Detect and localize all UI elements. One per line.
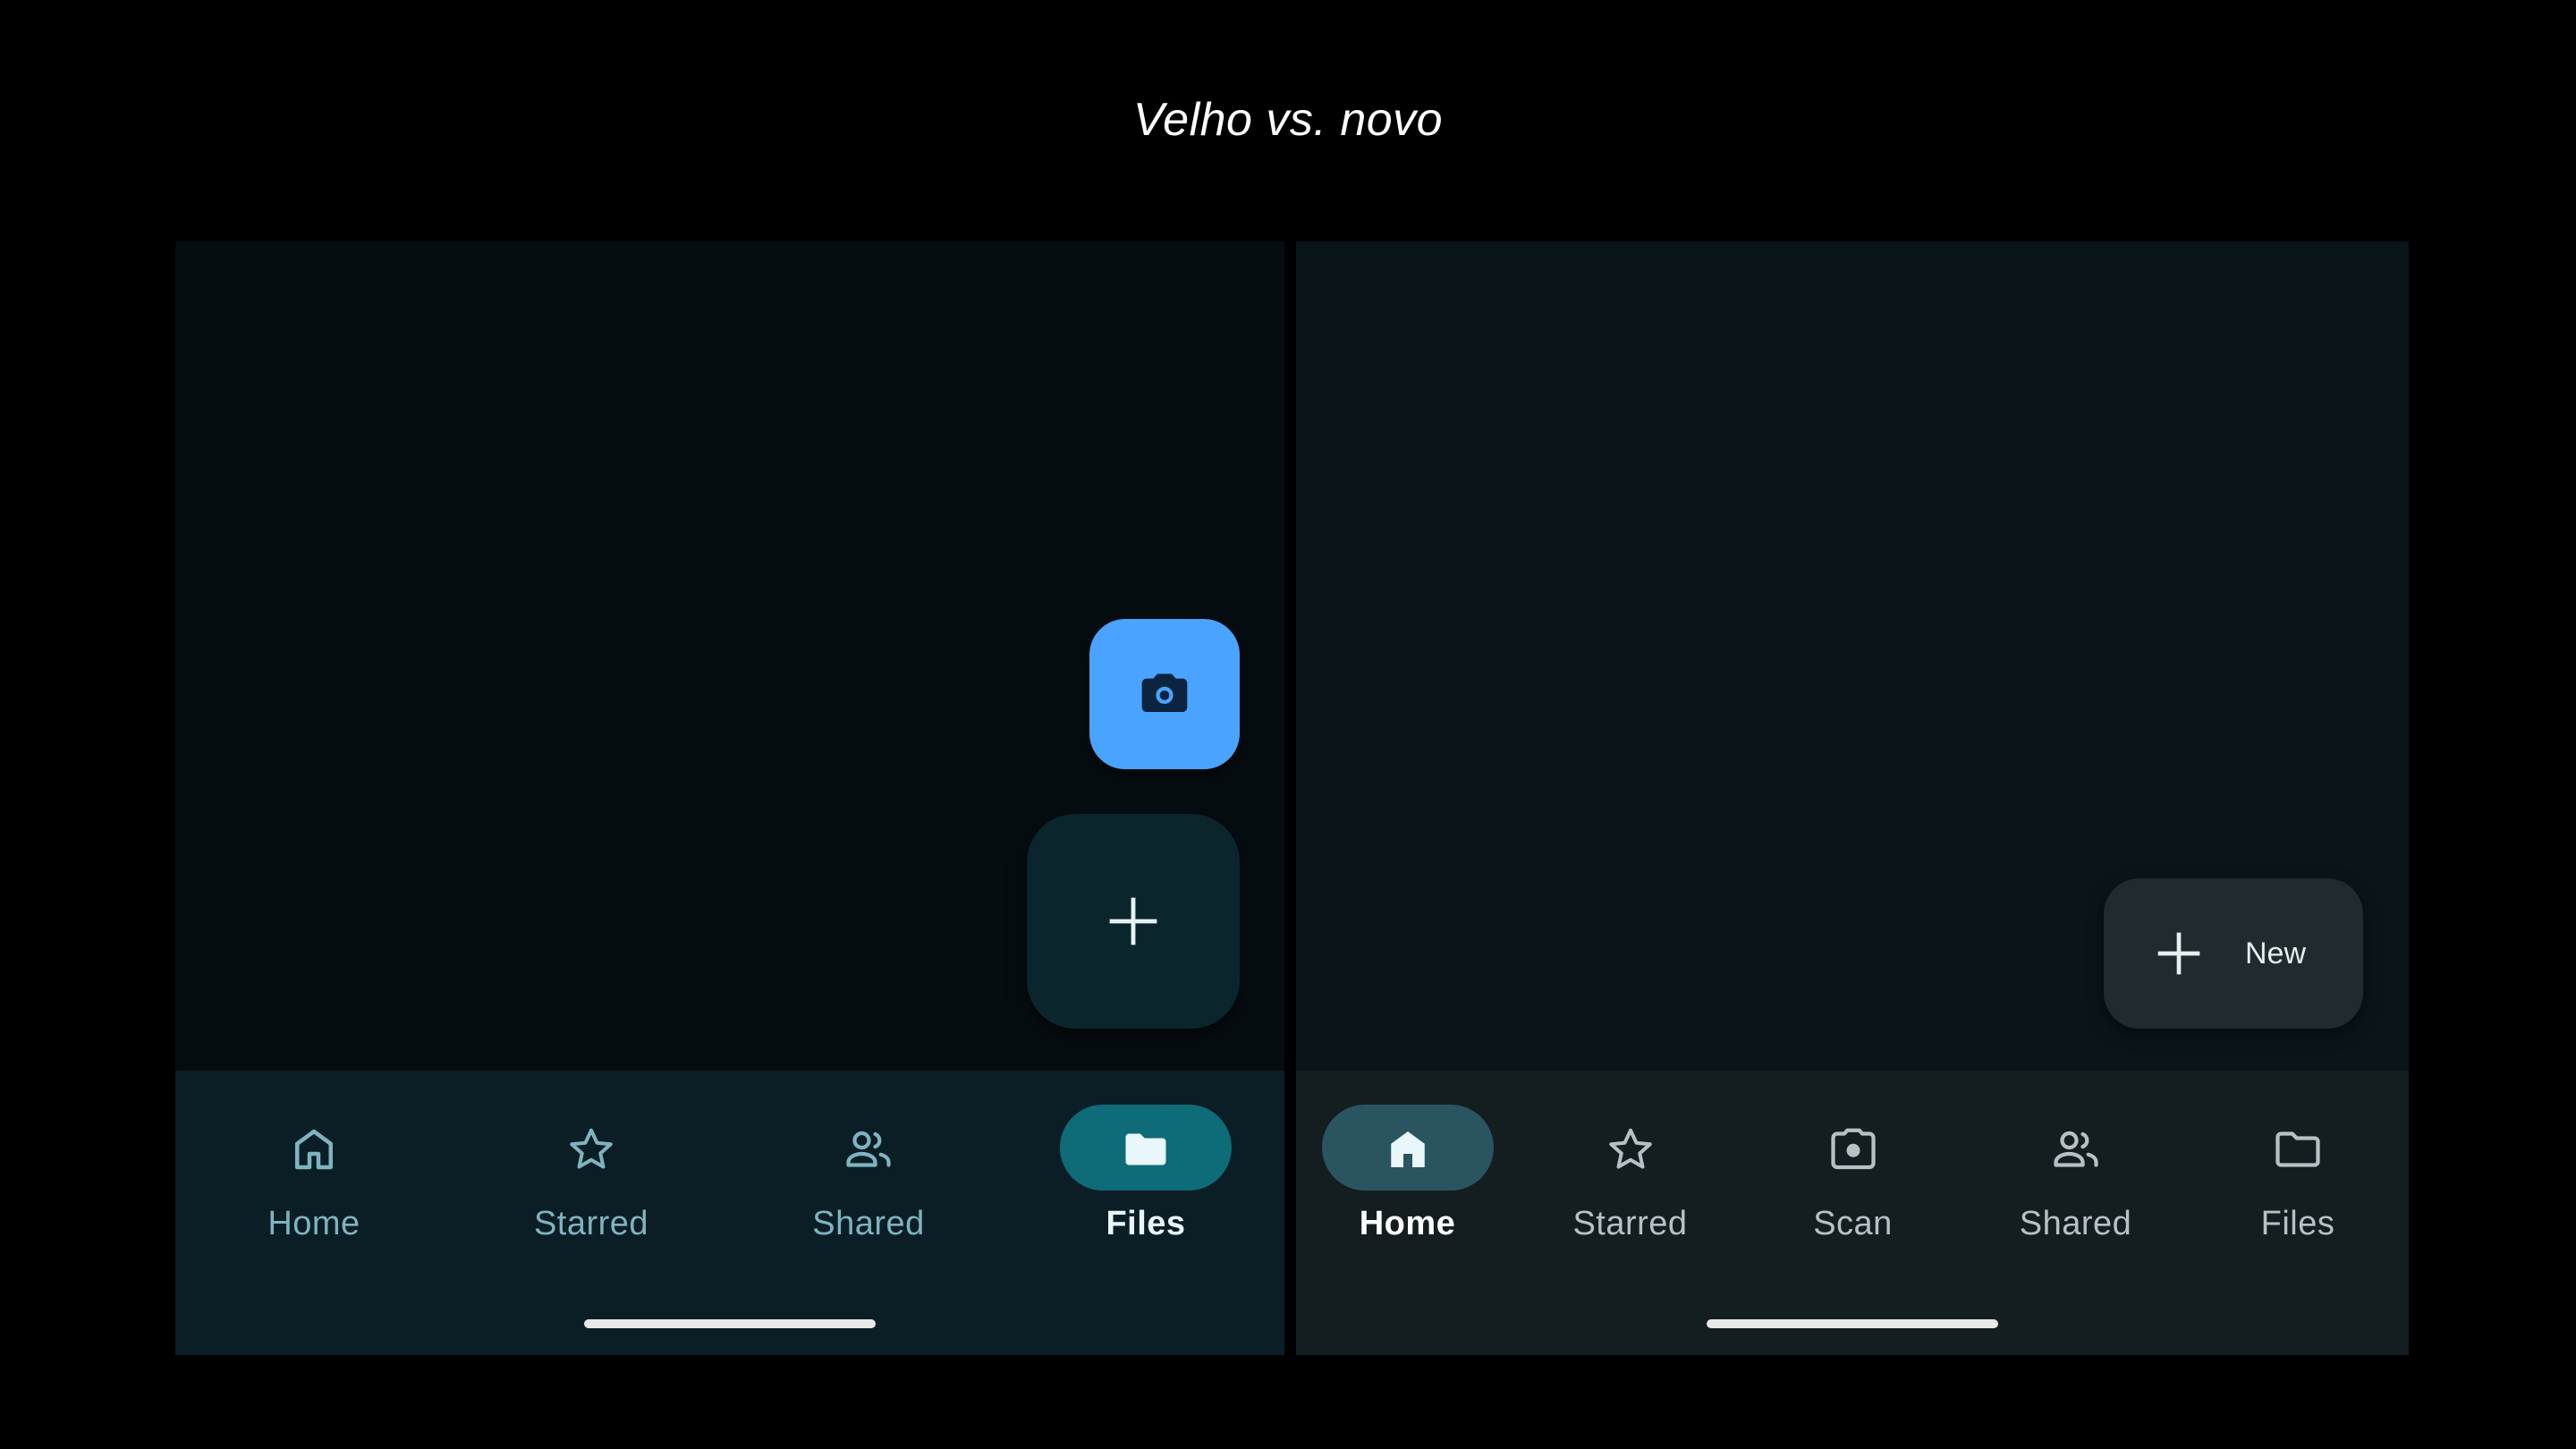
nav-label-files: Files [2260, 1205, 2335, 1242]
new-fab-button[interactable] [1027, 814, 1240, 1029]
people-icon [842, 1123, 895, 1176]
nav-label-shared: Shared [2019, 1205, 2132, 1242]
people-icon [2049, 1123, 2103, 1176]
plus-icon [1109, 897, 1157, 945]
nav-label-home: Home [1359, 1205, 1456, 1242]
gesture-bar [1707, 1319, 1998, 1328]
home-icon [1381, 1123, 1435, 1176]
nav-item-files[interactable]: Files [2187, 1071, 2409, 1276]
nav-label-starred: Starred [533, 1205, 649, 1242]
new-extended-fab-button[interactable]: New [2104, 878, 2363, 1029]
nav-item-home[interactable]: Home [1296, 1071, 1519, 1276]
nav-label-scan: Scan [1813, 1205, 1893, 1242]
folder-icon [1119, 1123, 1173, 1176]
star-icon [564, 1123, 618, 1176]
nav-item-scan[interactable]: Scan [1741, 1071, 1964, 1276]
nav-label-starred: Starred [1572, 1205, 1688, 1242]
scan-icon [1826, 1123, 1880, 1176]
new-ui-screen: New Home Starred Scan Shared Files [1296, 242, 2409, 1355]
nav-label-home: Home [267, 1205, 360, 1242]
nav-item-starred[interactable]: Starred [453, 1071, 730, 1276]
comparison-slide: Velho vs. novo Home Starred Shared Files… [0, 0, 2576, 1449]
slide-title: Velho vs. novo [1132, 94, 1444, 146]
folder-icon [2271, 1123, 2325, 1176]
new-fab-label: New [2245, 936, 2307, 970]
home-icon [287, 1123, 341, 1176]
camera-icon [1141, 674, 1188, 712]
gesture-bar [584, 1319, 876, 1328]
star-icon [1604, 1123, 1657, 1176]
nav-label-files: Files [1106, 1205, 1186, 1242]
bottom-nav-bar: Home Starred Shared Files [175, 1071, 1284, 1355]
plus-icon [2154, 928, 2204, 979]
old-ui-screen: Home Starred Shared Files [175, 242, 1284, 1355]
bottom-nav-bar: Home Starred Scan Shared Files [1296, 1071, 2409, 1355]
nav-item-files[interactable]: Files [1007, 1071, 1284, 1276]
nav-item-home[interactable]: Home [175, 1071, 453, 1276]
nav-label-shared: Shared [812, 1205, 925, 1242]
nav-item-starred[interactable]: Starred [1519, 1071, 1741, 1276]
camera-fab-button[interactable] [1089, 619, 1240, 769]
nav-item-shared[interactable]: Shared [1964, 1071, 2187, 1276]
nav-item-shared[interactable]: Shared [730, 1071, 1007, 1276]
